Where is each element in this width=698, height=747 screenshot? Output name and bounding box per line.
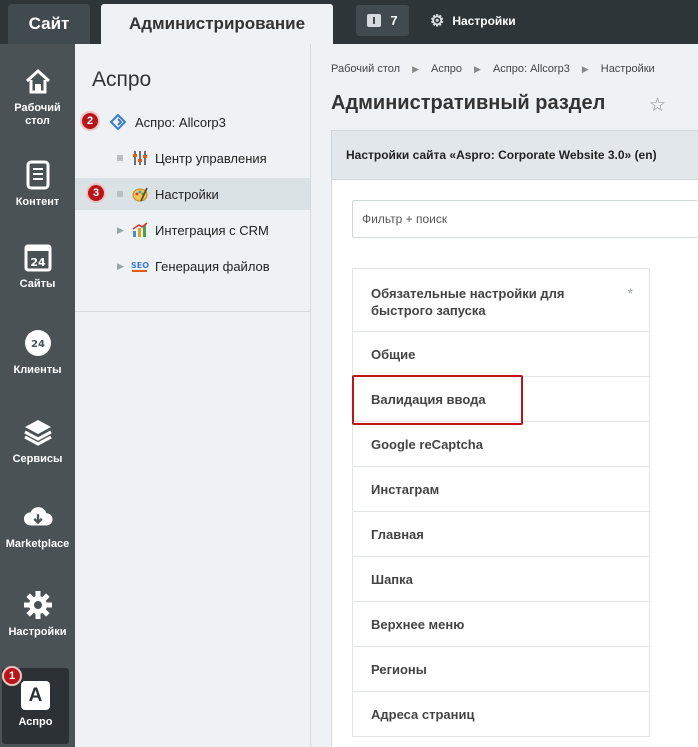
highlight-frame [352, 375, 523, 425]
home-icon [23, 66, 53, 96]
menu-item-label: Аспро: Allcorp3 [135, 114, 226, 130]
section-label: Адреса страниц [371, 706, 475, 722]
section-google-recaptcha[interactable]: Google reCaptcha [353, 422, 649, 467]
section-header[interactable]: Шапка [353, 557, 649, 602]
seo-icon: SEO [131, 258, 149, 274]
section-label: Главная [371, 526, 424, 542]
page-title: Административный раздел [331, 92, 606, 114]
breadcrumb-item[interactable]: Аспро: Allcorp3 [493, 63, 570, 75]
settings-top-button[interactable]: ⚙ Настройки [430, 5, 516, 36]
menu-item-file-generation[interactable]: ▶ SEO Генерация файлов [75, 250, 310, 282]
sidebar-item-sites[interactable]: 24 Сайты [0, 242, 75, 291]
sidebar-item-label: Рабочий стол [14, 102, 61, 127]
section-general[interactable]: Общие [353, 332, 649, 377]
sidebar-item-services[interactable]: Сервисы [0, 417, 75, 466]
notifications-count: 7 [390, 13, 398, 28]
palette-icon [131, 186, 149, 202]
section-page-urls[interactable]: Адреса страниц [353, 692, 649, 737]
settings-top-label: Настройки [452, 13, 516, 28]
breadcrumb-separator-icon: ▶ [581, 63, 589, 74]
sidebar-item-label: Клиенты [13, 364, 62, 376]
sidebar-item-label: Аспро [18, 716, 53, 728]
step-badge-3: 3 [86, 183, 106, 203]
notification-icon [367, 14, 382, 27]
required-asterisk: * [627, 285, 633, 301]
sidebar-item-label: Сервисы [12, 453, 63, 465]
aspro-logo-icon: A [21, 680, 50, 710]
filter-search-input[interactable]: Фильтр + поиск [352, 200, 698, 238]
sidebar-item-label: Сайты [19, 278, 56, 290]
breadcrumb-item[interactable]: Рабочий стол [331, 63, 400, 75]
svg-text:24: 24 [30, 256, 46, 269]
breadcrumb-item[interactable]: Настройки [601, 63, 655, 75]
menu-item-label: Генерация файлов [155, 258, 270, 274]
cloud-download-icon [23, 502, 53, 532]
step-badge-1: 1 [2, 666, 22, 686]
favorite-star-icon[interactable]: ☆ [649, 94, 666, 117]
chart-icon [131, 222, 149, 238]
menu-item-settings[interactable]: Настройки [75, 178, 310, 210]
cloud-24-icon: 24 [23, 328, 53, 358]
menu-item-label: Интеграция с CRM [155, 222, 269, 238]
step-badge-2: 2 [80, 111, 100, 131]
section-label: Общие [371, 346, 416, 362]
calendar-24-icon: 24 [23, 242, 53, 272]
notifications-button[interactable]: 7 [356, 5, 409, 36]
menu-title: Аспро [92, 68, 152, 91]
main-content: Рабочий стол ▶ Аспро ▶ Аспро: Allcorp3 ▶… [311, 44, 698, 747]
section-menu: Аспро Аспро: Allcorp3 2 Центр управления… [75, 44, 311, 747]
section-label: Google reCaptcha [371, 436, 483, 452]
section-label: Шапка [371, 571, 413, 587]
left-icon-sidebar: Рабочий стол Контент 24 Сайты 24 Клиенты… [0, 44, 75, 747]
breadcrumb-separator-icon: ▶ [412, 63, 419, 74]
section-label: Обязательные настройки для быстрого запу… [371, 286, 565, 318]
sidebar-item-settings[interactable]: Настройки [0, 590, 75, 639]
menu-item-crm-integration[interactable]: ▶ Интеграция с CRM [75, 214, 310, 246]
sidebar-item-clients[interactable]: 24 Клиенты [0, 328, 75, 377]
menu-item-label: Настройки [155, 186, 219, 202]
settings-section-list: Обязательные настройки для быстрого запу… [352, 268, 650, 737]
breadcrumb: Рабочий стол ▶ Аспро ▶ Аспро: Allcorp3 ▶… [331, 63, 655, 75]
tab-administration[interactable]: Администрирование [101, 4, 333, 44]
section-required-settings[interactable]: Обязательные настройки для быстрого запу… [353, 269, 649, 332]
panel-title: Настройки сайта «Aspro: Corporate Websit… [331, 130, 698, 180]
aspro-diamond-icon [109, 114, 127, 130]
section-label: Инстаграм [371, 481, 440, 497]
sidebar-item-marketplace[interactable]: Marketplace [0, 502, 75, 551]
sidebar-item-desktop[interactable]: Рабочий стол [0, 66, 75, 128]
sidebar-item-label: Настройки [8, 626, 67, 638]
bullet-icon [117, 155, 123, 161]
svg-text:SEO: SEO [131, 261, 149, 270]
sidebar-item-label: Marketplace [5, 538, 70, 550]
section-top-menu[interactable]: Верхнее меню [353, 602, 649, 647]
bullet-icon [117, 191, 123, 197]
section-label: Верхнее меню [371, 616, 465, 632]
section-instagram[interactable]: Инстаграм [353, 467, 649, 512]
menu-item-aspro-allcorp3[interactable]: Аспро: Allcorp3 [75, 106, 310, 138]
tab-site[interactable]: Сайт [8, 4, 90, 44]
sidebar-item-content[interactable]: Контент [0, 160, 75, 209]
section-regions[interactable]: Регионы [353, 647, 649, 692]
breadcrumb-item[interactable]: Аспро [431, 63, 462, 75]
document-icon [23, 160, 53, 190]
svg-text:24: 24 [31, 339, 45, 350]
expand-arrow-icon[interactable]: ▶ [117, 261, 127, 272]
layers-icon [23, 417, 53, 447]
menu-item-label: Центр управления [155, 150, 267, 166]
top-bar: Сайт Администрирование 7 ⚙ Настройки [0, 0, 698, 44]
gear-icon [23, 590, 53, 620]
sliders-icon [131, 150, 149, 166]
section-main-page[interactable]: Главная [353, 512, 649, 557]
menu-item-control-center[interactable]: Центр управления [75, 142, 310, 174]
section-label: Регионы [371, 661, 427, 677]
settings-panel: Фильтр + поиск Обязательные настройки дл… [331, 180, 698, 747]
sidebar-item-label: Контент [15, 196, 60, 208]
gear-icon: ⚙ [430, 12, 445, 30]
expand-arrow-icon[interactable]: ▶ [117, 225, 127, 236]
breadcrumb-separator-icon: ▶ [474, 63, 481, 74]
menu-divider [75, 311, 310, 312]
